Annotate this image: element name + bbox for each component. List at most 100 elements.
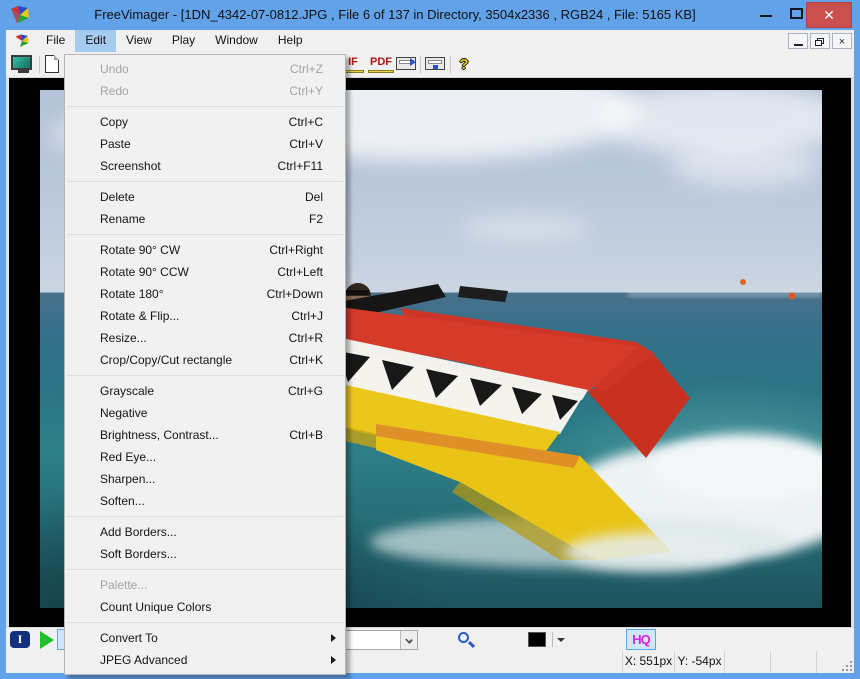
- menu-item[interactable]: Rotate 90° CCW Ctrl+Left: [65, 261, 345, 283]
- status-pane-empty: [816, 651, 854, 673]
- zoom-tool-button[interactable]: [456, 631, 476, 651]
- menubar-item[interactable]: Edit: [75, 30, 116, 52]
- menu-item-label: Palette...: [100, 578, 323, 592]
- menubar-item[interactable]: Help: [268, 30, 313, 52]
- menu-item-shortcut: Ctrl+Left: [277, 265, 323, 279]
- menu-item-label: Redo: [100, 84, 289, 98]
- mdi-restore-button[interactable]: [810, 33, 830, 49]
- info-button[interactable]: I: [10, 631, 30, 648]
- app-logo-icon: [9, 4, 31, 26]
- menu-item-label: Rotate 90° CCW: [100, 265, 277, 279]
- mdi-minimize-button[interactable]: [788, 33, 808, 49]
- menu-item-label: Delete: [100, 190, 305, 204]
- mdi-restore-icon-back: [815, 40, 822, 46]
- menu-item-shortcut: Ctrl+G: [288, 384, 323, 398]
- dropdown-arrow-icon: [557, 638, 565, 642]
- menu-item[interactable]: Delete Del: [65, 186, 345, 208]
- hq-toggle-button[interactable]: HQ: [626, 629, 656, 650]
- toolbar-separator: [420, 56, 421, 74]
- menu-item-label: Red Eye...: [100, 450, 323, 464]
- menu-item[interactable]: Brightness, Contrast... Ctrl+B: [65, 424, 345, 446]
- menu-item-label: Add Borders...: [100, 525, 323, 539]
- menu-item-label: Screenshot: [100, 159, 278, 173]
- menu-item-shortcut: Ctrl+K: [289, 353, 323, 367]
- minimize-icon: [760, 15, 772, 17]
- background-color-swatch[interactable]: [528, 632, 546, 647]
- menu-item[interactable]: JPEG Advanced: [65, 649, 345, 671]
- submenu-arrow-icon: [331, 634, 336, 642]
- swatch-dropdown[interactable]: [552, 632, 566, 647]
- menu-item-label: Undo: [100, 62, 290, 76]
- menu-item[interactable]: Rotate & Flip... Ctrl+J: [65, 305, 345, 327]
- menu-item-label: Resize...: [100, 331, 289, 345]
- minimize-button[interactable]: [752, 0, 780, 28]
- mdi-close-button[interactable]: ×: [832, 33, 852, 49]
- menu-item[interactable]: Resize... Ctrl+R: [65, 327, 345, 349]
- menu-item[interactable]: Negative: [65, 402, 345, 424]
- menu-item-shortcut: Ctrl+V: [289, 137, 323, 151]
- menubar-item[interactable]: View: [116, 30, 162, 52]
- menubar-item-label: Play: [172, 33, 195, 47]
- monitor-base: [18, 70, 29, 73]
- menu-item[interactable]: Crop/Copy/Cut rectangle Ctrl+K: [65, 349, 345, 371]
- pdf-export-button[interactable]: PDF: [368, 55, 394, 75]
- title-bar[interactable]: FreeVimager - [1DN_4342-07-0812.JPG , Fi…: [0, 0, 860, 30]
- play-slideshow-button[interactable]: [40, 631, 54, 649]
- menu-item-label: Copy: [100, 115, 289, 129]
- menu-item[interactable]: Palette...: [65, 574, 345, 596]
- new-file-button[interactable]: [45, 55, 63, 75]
- menubar-item[interactable]: File: [36, 30, 75, 52]
- menubar-item[interactable]: Play: [162, 30, 205, 52]
- menu-item[interactable]: Red Eye...: [65, 446, 345, 468]
- resize-grip[interactable]: [842, 661, 852, 671]
- acquire-button[interactable]: [425, 55, 447, 75]
- menu-item[interactable]: Paste Ctrl+V: [65, 133, 345, 155]
- menu-item[interactable]: Copy Ctrl+C: [65, 111, 345, 133]
- menu-item-shortcut: Ctrl+B: [289, 428, 323, 442]
- export-device-icon: [396, 57, 416, 70]
- menubar-item-label: Help: [278, 33, 303, 47]
- toolbar-separator: [39, 56, 40, 74]
- menu-item-label: Brightness, Contrast...: [100, 428, 289, 442]
- tif-icon: IF: [348, 56, 358, 68]
- menu-item[interactable]: Grayscale Ctrl+G: [65, 380, 345, 402]
- menu-separator: [67, 516, 343, 517]
- chevron-down-icon: [405, 636, 413, 644]
- help-button[interactable]: ?: [456, 55, 472, 75]
- menu-item-label: Negative: [100, 406, 323, 420]
- menu-separator: [67, 234, 343, 235]
- menu-item[interactable]: Sharpen...: [65, 468, 345, 490]
- menu-item-label: Paste: [100, 137, 289, 151]
- menu-item-shortcut: Ctrl+Down: [267, 287, 323, 301]
- document-logo-icon: [14, 33, 30, 49]
- menu-item-label: Rename: [100, 212, 309, 226]
- mdi-minimize-icon: [794, 44, 803, 46]
- menu-item[interactable]: Rotate 90° CW Ctrl+Right: [65, 239, 345, 261]
- menu-item[interactable]: Soften...: [65, 490, 345, 512]
- menu-item[interactable]: Rotate 180° Ctrl+Down: [65, 283, 345, 305]
- menu-item[interactable]: Convert To: [65, 627, 345, 649]
- combo-dropdown-button[interactable]: [400, 631, 417, 649]
- fullscreen-button[interactable]: [11, 55, 35, 75]
- menu-item-label: JPEG Advanced: [100, 653, 323, 667]
- menu-item-label: Soften...: [100, 494, 323, 508]
- menu-item-shortcut: Ctrl+Right: [269, 243, 323, 257]
- menu-item[interactable]: Redo Ctrl+Y: [65, 80, 345, 102]
- menu-item[interactable]: Add Borders...: [65, 521, 345, 543]
- pdf-icon: PDF: [370, 56, 392, 68]
- email-export-button[interactable]: [396, 55, 418, 75]
- menubar-item-label: View: [126, 33, 152, 47]
- menu-item[interactable]: Soft Borders...: [65, 543, 345, 565]
- status-y-position: Y: -54px: [674, 651, 724, 673]
- menu-item[interactable]: Count Unique Colors: [65, 596, 345, 618]
- menu-item[interactable]: Rename F2: [65, 208, 345, 230]
- menu-item-label: Rotate 90° CW: [100, 243, 269, 257]
- close-button[interactable]: ✕: [806, 2, 852, 28]
- menu-item[interactable]: Screenshot Ctrl+F11: [65, 155, 345, 177]
- mdi-window-controls: ×: [788, 33, 852, 49]
- menu-item-label: Soft Borders...: [100, 547, 323, 561]
- menu-item[interactable]: Undo Ctrl+Z: [65, 58, 345, 80]
- mdi-close-icon: ×: [833, 35, 851, 49]
- menu-item-shortcut: Ctrl+J: [291, 309, 323, 323]
- menubar-item[interactable]: Window: [205, 30, 268, 52]
